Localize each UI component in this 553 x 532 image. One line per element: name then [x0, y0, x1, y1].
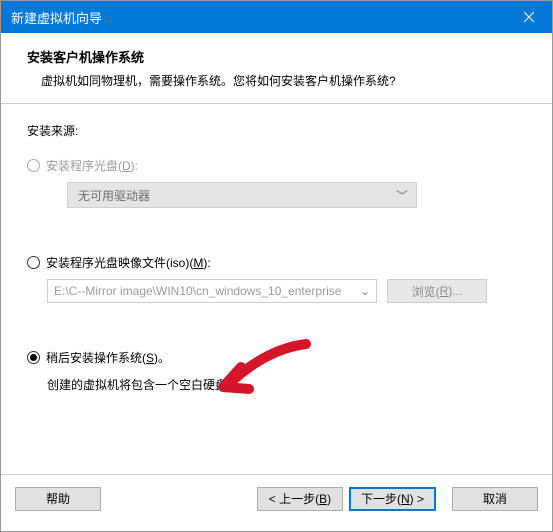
- wizard-footer: 帮助 < 上一步(B) 下一步(N) > 取消: [1, 474, 552, 522]
- option-later-label: 稍后安装操作系统(S)。: [46, 349, 170, 366]
- drive-dropdown-text: 无可用驱动器: [78, 187, 150, 204]
- iso-path-input[interactable]: E:\C--Mirror image\WIN10\cn_windows_10_e…: [47, 279, 377, 303]
- option-disc[interactable]: 安装程序光盘(D):: [27, 157, 526, 174]
- option-later-section: 稍后安装操作系统(S)。 创建的虚拟机将包含一个空白硬盘。: [27, 349, 526, 393]
- back-button[interactable]: < 上一步(B): [257, 487, 343, 511]
- titlebar: 新建虚拟机向导: [1, 1, 552, 33]
- content-area: 安装来源: 安装程序光盘(D): 无可用驱动器 ﹀ 安装程序光盘映像文件(iso…: [1, 104, 552, 474]
- option-iso-label: 安装程序光盘映像文件(iso)(M):: [46, 254, 211, 271]
- close-icon: [524, 12, 534, 22]
- install-source-label: 安装来源:: [27, 122, 526, 139]
- option-iso[interactable]: 安装程序光盘映像文件(iso)(M):: [27, 254, 526, 271]
- radio-disc[interactable]: [27, 159, 40, 172]
- option-iso-section: 安装程序光盘映像文件(iso)(M): E:\C--Mirror image\W…: [27, 254, 526, 303]
- page-title: 安装客户机操作系统: [27, 47, 526, 66]
- cancel-button[interactable]: 取消: [452, 487, 538, 511]
- wizard-header: 安装客户机操作系统 虚拟机如同物理机，需要操作系统。您将如何安装客户机操作系统?: [1, 33, 552, 104]
- iso-path-text: E:\C--Mirror image\WIN10\cn_windows_10_e…: [54, 284, 341, 298]
- help-button[interactable]: 帮助: [15, 487, 101, 511]
- next-button[interactable]: 下一步(N) >: [349, 487, 436, 511]
- option-later-hint: 创建的虚拟机将包含一个空白硬盘。: [47, 376, 526, 393]
- chevron-down-icon: ﹀: [396, 187, 408, 204]
- radio-iso[interactable]: [27, 256, 40, 269]
- close-button[interactable]: [506, 1, 552, 33]
- browse-button[interactable]: 浏览(R)...: [387, 279, 487, 303]
- window-title: 新建虚拟机向导: [11, 8, 102, 27]
- chevron-down-icon: ⌄: [360, 284, 370, 298]
- page-subtitle: 虚拟机如同物理机，需要操作系统。您将如何安装客户机操作系统?: [27, 72, 526, 89]
- drive-dropdown[interactable]: 无可用驱动器 ﹀: [67, 182, 417, 208]
- option-disc-label: 安装程序光盘(D):: [46, 157, 138, 174]
- radio-later[interactable]: [27, 351, 40, 364]
- option-disc-section: 安装程序光盘(D): 无可用驱动器 ﹀: [27, 157, 526, 208]
- option-later[interactable]: 稍后安装操作系统(S)。: [27, 349, 526, 366]
